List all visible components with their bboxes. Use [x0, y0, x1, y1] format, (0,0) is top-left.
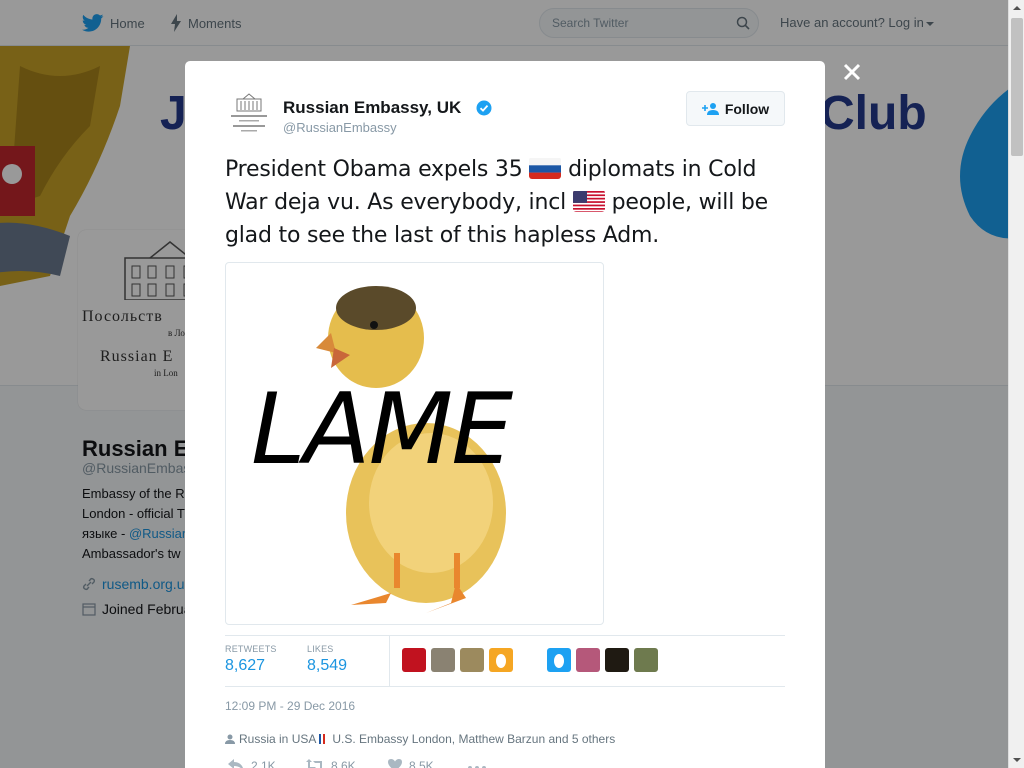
embassy-logo-image: [231, 93, 267, 132]
add-user-icon: [701, 102, 719, 115]
retweets-stat[interactable]: RETWEETS 8,627: [225, 644, 277, 675]
retweets-label: RETWEETS: [225, 644, 277, 654]
tweet-text-segment: President Obama expels 35: [225, 157, 530, 182]
close-icon[interactable]: [842, 62, 862, 82]
retweet-button[interactable]: 8.6K: [305, 758, 356, 768]
liker-avatar[interactable]: [634, 648, 658, 672]
tweet-image[interactable]: LAME: [225, 262, 604, 625]
page-scrollbar[interactable]: [1008, 0, 1024, 768]
follow-label: Follow: [724, 100, 770, 117]
retweet-icon: [306, 759, 324, 768]
person-icon: [225, 734, 235, 744]
follow-button[interactable]: Follow: [686, 91, 785, 126]
tweet-text: President Obama expels 35 diplomats in C…: [225, 153, 795, 252]
liker-avatar[interactable]: [605, 648, 629, 672]
context-text[interactable]: Russia in USA: [239, 732, 316, 746]
reply-icon: [228, 759, 244, 768]
liker-avatar[interactable]: [402, 648, 426, 672]
liker-avatar[interactable]: [460, 648, 484, 672]
likes-value: 8,549: [307, 657, 348, 674]
heart-icon: [388, 759, 402, 768]
reply-count: 2.1K: [251, 759, 276, 768]
liker-avatar[interactable]: [547, 648, 571, 672]
usa-flag-icon: [572, 190, 605, 212]
like-button[interactable]: 8.5K: [387, 758, 434, 768]
liker-avatar[interactable]: [431, 648, 455, 672]
verified-badge-icon: [476, 100, 492, 116]
scroll-down-arrow-icon[interactable]: [1009, 752, 1024, 768]
tweet-stats: RETWEETS 8,627 LIKES 8,549: [225, 635, 785, 687]
tweet-modal: Russian Embassy, UK @RussianEmbassy Foll…: [185, 61, 825, 768]
author-name[interactable]: Russian Embassy, UK: [283, 98, 461, 118]
reply-button[interactable]: 2.1K: [227, 758, 276, 768]
scroll-up-arrow-icon[interactable]: [1009, 0, 1024, 16]
scrollbar-thumb[interactable]: [1011, 18, 1023, 156]
liker-avatar[interactable]: [489, 648, 513, 672]
retweets-value: 8,627: [225, 657, 266, 674]
france-flag-icon: [319, 734, 326, 744]
tweet-timestamp[interactable]: 12:09 PM - 29 Dec 2016: [225, 699, 355, 713]
author-handle[interactable]: @RussianEmbassy: [283, 120, 397, 135]
likes-label: LIKES: [307, 644, 334, 654]
likes-stat[interactable]: LIKES 8,549: [307, 644, 347, 675]
more-options-button[interactable]: [467, 758, 493, 768]
liker-avatar[interactable]: [576, 648, 600, 672]
author-avatar[interactable]: [225, 91, 273, 139]
russia-flag-icon: [529, 157, 562, 179]
media-caption: LAME: [251, 373, 513, 487]
context-text[interactable]: U.S. Embassy London, Matthew Barzun and …: [329, 732, 615, 746]
like-count: 8.5K: [409, 759, 434, 768]
tweet-context: Russia in USA U.S. Embassy London, Matth…: [225, 732, 615, 746]
stats-divider: [389, 636, 390, 686]
retweet-count: 8.6K: [331, 759, 356, 768]
